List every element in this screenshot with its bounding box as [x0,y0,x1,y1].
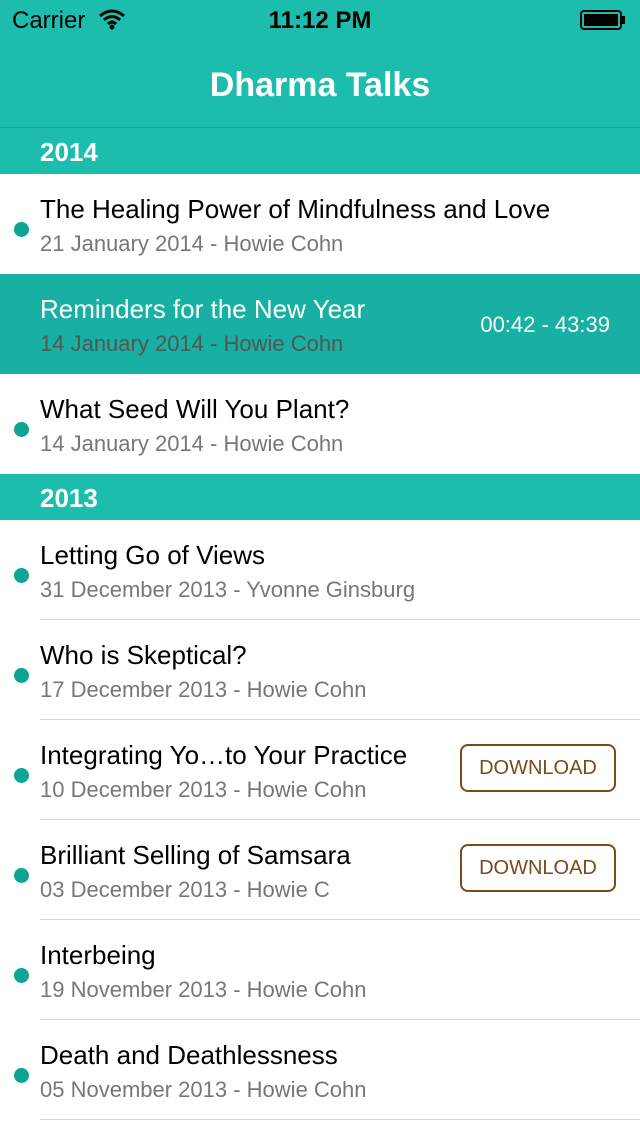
talk-row[interactable]: Who is Skeptical? 17 December 2013 - How… [0,620,640,720]
download-button[interactable]: DOWNLOAD [460,844,616,892]
battery-icon [580,10,625,30]
talk-row[interactable]: Letting Go of Views 31 December 2013 - Y… [0,520,640,620]
row-separator [40,1119,640,1120]
talk-row[interactable]: Interbeing 19 November 2013 - Howie Cohn [0,920,640,1020]
talk-subtitle: 19 November 2013 - Howie Cohn [40,977,367,1002]
talk-title: The Healing Power of Mindfulness and Lov… [40,194,551,224]
talk-title: Who is Skeptical? [40,640,247,670]
talk-title: Reminders for the New Year [40,294,366,324]
unplayed-dot-icon [14,1068,29,1083]
talk-subtitle: 31 December 2013 - Yvonne Ginsburg [40,577,416,602]
section-year: 2014 [40,137,98,167]
unplayed-dot-icon [14,768,29,783]
status-bar: Carrier 11:12 PM [0,0,640,40]
talk-row[interactable]: What Seed Will You Plant? 14 January 201… [0,374,640,474]
talk-title: Brilliant Selling of Samsara [40,840,351,870]
talk-subtitle: 21 January 2014 - Howie Cohn [40,231,344,256]
unplayed-dot-icon [14,568,29,583]
talk-row-playing[interactable]: Reminders for the New Year 14 January 20… [0,274,640,374]
unplayed-dot-icon [14,422,29,437]
unplayed-dot-icon [14,968,29,983]
talk-subtitle: 03 December 2013 - Howie C [40,877,330,902]
page-title: Dharma Talks [209,66,431,104]
talk-subtitle: 14 January 2014 - Howie Cohn [40,331,344,356]
unplayed-dot-icon [14,868,29,883]
talk-title: Interbeing [40,940,156,970]
unplayed-dot-icon [14,222,29,237]
talk-subtitle: 05 November 2013 - Howie Cohn [40,1077,367,1102]
talk-row[interactable]: Death and Deathlessness 05 November 2013… [0,1020,640,1120]
navigation-header: Carrier 11:12 PM Dharma Talks [0,0,640,128]
talk-subtitle: 14 January 2014 - Howie Cohn [40,431,344,456]
talk-row[interactable]: Integrating Yo…to Your Practice 10 Decem… [0,720,640,820]
talk-row[interactable]: Brilliant Selling of Samsara 03 December… [0,820,640,920]
section-header-2013: 2013 [0,474,640,520]
talk-title: Integrating Yo…to Your Practice [40,740,408,770]
download-button[interactable]: DOWNLOAD [460,744,616,792]
talk-subtitle: 17 December 2013 - Howie Cohn [40,677,367,702]
talk-subtitle: 10 December 2013 - Howie Cohn [40,777,367,802]
section-header-2014: 2014 [0,128,640,174]
talk-title: What Seed Will You Plant? [40,394,350,424]
talk-title: Death and Deathlessness [40,1040,338,1070]
playback-time: 00:42 - 43:39 [480,312,610,337]
talk-title: Letting Go of Views [40,540,265,570]
talk-row[interactable]: The Healing Power of Mindfulness and Lov… [0,174,640,274]
unplayed-dot-icon [14,668,29,683]
clock: 11:12 PM [268,7,372,34]
section-year: 2013 [40,483,98,513]
